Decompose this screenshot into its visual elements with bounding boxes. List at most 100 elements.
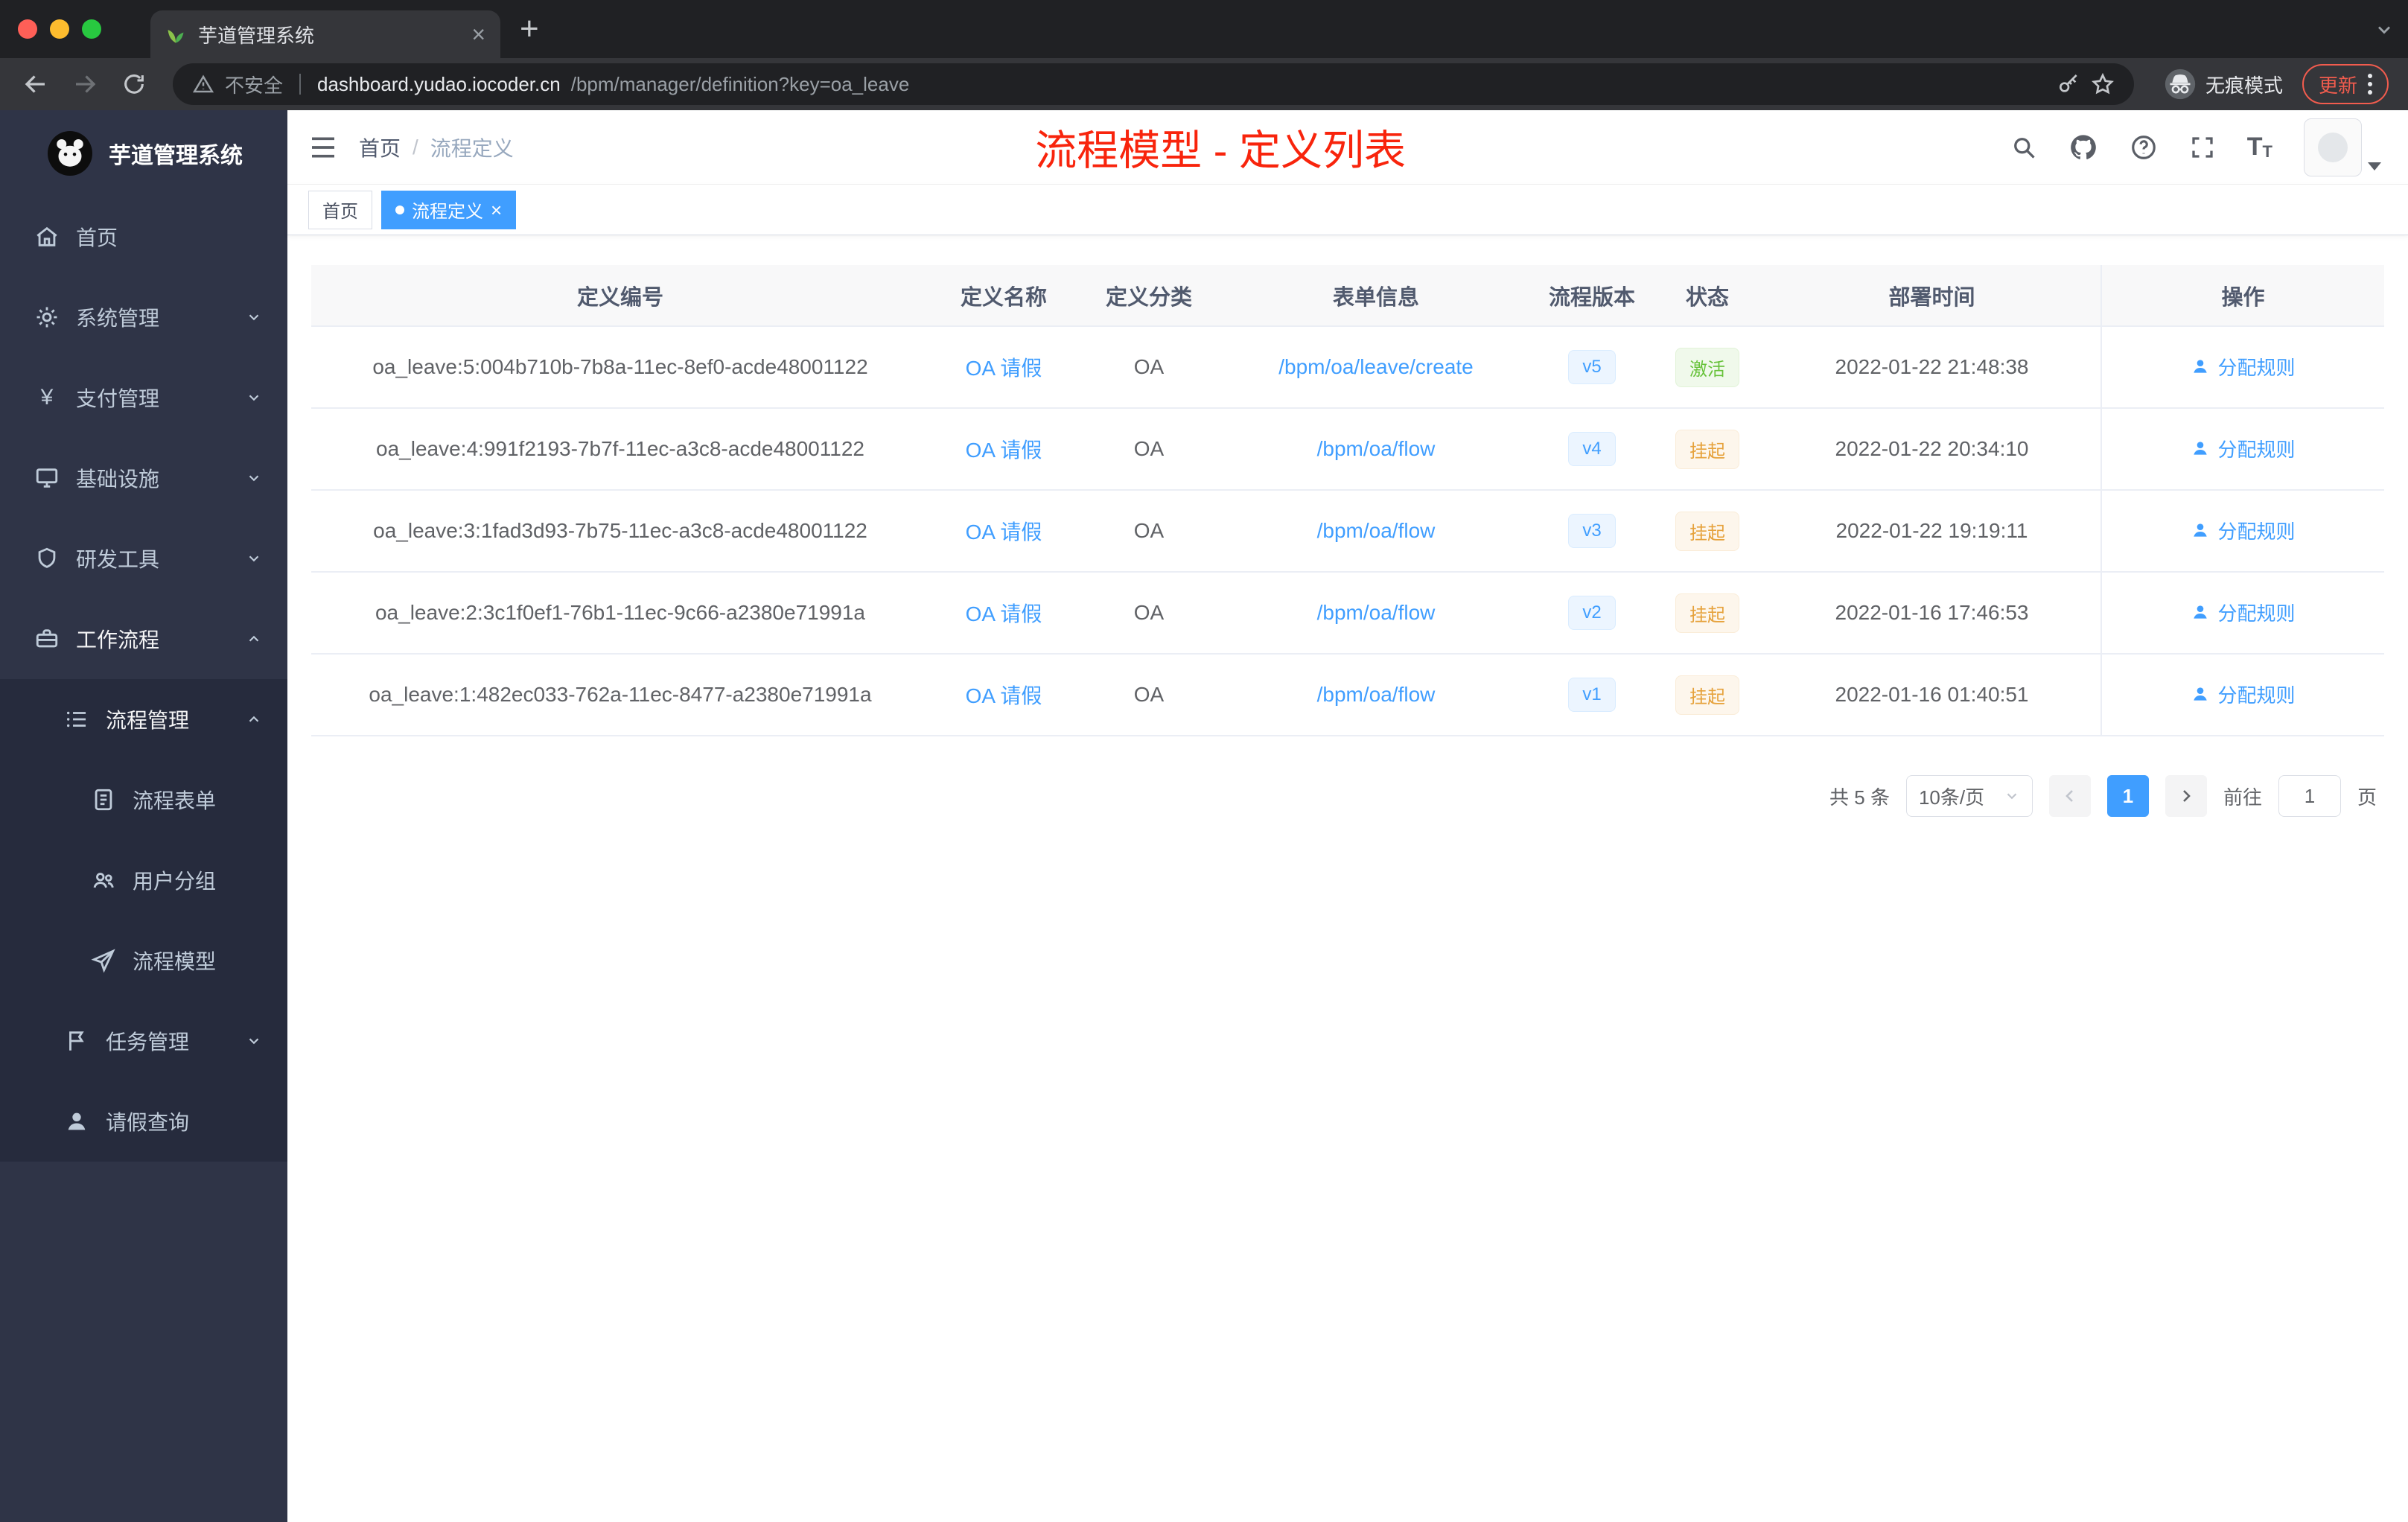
col-form-info: 表单信息 [1220, 265, 1532, 327]
reload-button[interactable] [113, 63, 155, 105]
window-minimize-button[interactable] [50, 19, 69, 39]
back-button[interactable] [15, 63, 57, 105]
search-icon[interactable] [2010, 134, 2037, 161]
password-key-icon[interactable] [2057, 72, 2080, 96]
chevron-down-icon [246, 550, 262, 567]
assign-rule-button[interactable]: 分配规则 [2191, 435, 2296, 462]
sidebar: 芋道管理系统 首页 系统管理 ¥ 支付管理 基础设施 研发工具 工作流程 流程管… [0, 110, 287, 1522]
browser-menu-icon[interactable] [2368, 74, 2372, 95]
form-icon [91, 787, 116, 812]
page-size-select[interactable]: 10条/页 [1905, 775, 2033, 817]
avatar[interactable] [2304, 118, 2362, 176]
incognito-icon [2165, 69, 2196, 100]
sidebar-item-process-management[interactable]: 流程管理 [0, 679, 287, 760]
definition-name-link[interactable]: OA 请假 [966, 684, 1042, 707]
col-deploy-time: 部署时间 [1763, 265, 2101, 327]
goto-unit: 页 [2357, 786, 2377, 809]
breadcrumb-current: 流程定义 [430, 136, 514, 160]
definition-category: OA [1078, 654, 1220, 736]
definition-id: oa_leave:3:1fad3d93-7b75-11ec-a3c8-acde4… [311, 490, 929, 573]
help-icon[interactable] [2130, 133, 2158, 162]
assign-rule-button[interactable]: 分配规则 [2191, 353, 2296, 380]
col-status: 状态 [1651, 265, 1763, 327]
sidebar-item-infrastructure[interactable]: 基础设施 [0, 438, 287, 518]
security-label[interactable]: 不安全 [225, 71, 283, 98]
form-info-link[interactable]: /bpm/oa/flow [1317, 683, 1436, 706]
form-info-link[interactable]: /bpm/oa/flow [1317, 519, 1436, 542]
tag-process-definition[interactable]: 流程定义 × [381, 190, 517, 229]
prev-page-button[interactable] [2048, 775, 2091, 817]
briefcase-icon [34, 626, 60, 652]
home-icon [34, 224, 60, 249]
person-icon [2194, 442, 2208, 455]
col-definition-id: 定义编号 [311, 265, 929, 327]
flag-icon [64, 1028, 89, 1054]
version-badge: v2 [1568, 596, 1616, 630]
tag-close-icon[interactable]: × [491, 200, 502, 220]
address-bar[interactable]: 不安全 dashboard.yudao.iocoder.cn /bpm/mana… [173, 63, 2134, 105]
url-divider [299, 74, 302, 95]
definition-table: 定义编号 定义名称 定义分类 表单信息 流程版本 状态 部署时间 操作 oa_l… [311, 265, 2384, 736]
gear-icon [34, 305, 60, 330]
sidebar-item-payment[interactable]: ¥ 支付管理 [0, 357, 287, 438]
person-icon [2194, 523, 2208, 537]
form-info-link[interactable]: /bpm/oa/leave/create [1278, 355, 1474, 378]
sidebar-item-system[interactable]: 系统管理 [0, 277, 287, 357]
goto-page-input[interactable] [2278, 775, 2341, 817]
sidebar-item-task-management[interactable]: 任务管理 [0, 1001, 287, 1081]
app-header: 首页 / 流程定义 流程模型 - 定义列表 TT [287, 110, 2408, 185]
definition-name-link[interactable]: OA 请假 [966, 439, 1042, 462]
next-page-button[interactable] [2165, 775, 2207, 817]
paper-plane-icon [91, 948, 116, 973]
yen-icon: ¥ [40, 385, 54, 410]
form-info-link[interactable]: /bpm/oa/flow [1317, 437, 1436, 460]
assign-rule-button[interactable]: 分配规则 [2191, 681, 2296, 708]
github-icon[interactable] [2068, 133, 2098, 162]
assign-rule-button[interactable]: 分配规则 [2191, 517, 2296, 544]
breadcrumb: 首页 / 流程定义 [359, 133, 514, 162]
avatar-caret-icon[interactable] [2368, 162, 2381, 171]
forward-button[interactable] [64, 63, 106, 105]
window-maximize-button[interactable] [82, 19, 101, 39]
tag-home[interactable]: 首页 [308, 190, 372, 229]
sidebar-item-user-group[interactable]: 用户分组 [0, 840, 287, 920]
bookmark-star-icon[interactable] [2091, 72, 2115, 96]
definition-name-link[interactable]: OA 请假 [966, 520, 1042, 544]
active-tag-dot [395, 205, 404, 214]
sidebar-item-leave-query[interactable]: 请假查询 [0, 1081, 287, 1162]
browser-tab[interactable]: 芋道管理系统 × [150, 10, 500, 58]
chevron-down-icon [246, 309, 262, 325]
tab-search-caret-icon[interactable] [2374, 19, 2395, 40]
sidebar-collapse-icon[interactable] [308, 133, 338, 162]
page-annotation: 流程模型 - 定义列表 [1035, 127, 1406, 173]
window-close-button[interactable] [18, 19, 37, 39]
definition-category: OA [1078, 408, 1220, 491]
definition-name-link[interactable]: OA 请假 [966, 602, 1042, 625]
version-badge: v4 [1568, 432, 1616, 466]
breadcrumb-separator: / [413, 135, 418, 159]
update-button[interactable]: 更新 [2302, 64, 2389, 104]
form-info-link[interactable]: /bpm/oa/flow [1317, 601, 1436, 624]
definition-category: OA [1078, 572, 1220, 655]
sidebar-item-workflow[interactable]: 工作流程 [0, 599, 287, 679]
sidebar-item-process-model[interactable]: 流程模型 [0, 920, 287, 1001]
person-icon [2194, 687, 2208, 701]
sidebar-logo[interactable]: 芋道管理系统 [0, 110, 287, 197]
page-number-button[interactable]: 1 [2106, 775, 2149, 817]
deploy-time: 2022-01-16 01:40:51 [1763, 654, 2101, 736]
breadcrumb-home[interactable]: 首页 [359, 133, 401, 162]
url-path: /bpm/manager/definition?key=oa_leave [570, 72, 910, 95]
definition-id: oa_leave:2:3c1f0ef1-76b1-11ec-9c66-a2380… [311, 572, 929, 655]
new-tab-button[interactable]: + [520, 13, 539, 45]
definition-name-link[interactable]: OA 请假 [966, 357, 1042, 380]
tab-close-icon[interactable]: × [471, 22, 485, 46]
assign-rule-button[interactable]: 分配规则 [2191, 599, 2296, 626]
sidebar-item-home[interactable]: 首页 [0, 197, 287, 277]
font-size-icon[interactable]: TT [2247, 133, 2272, 162]
browser-tabstrip: 芋道管理系统 × + [0, 0, 2408, 58]
sidebar-item-devtools[interactable]: 研发工具 [0, 518, 287, 599]
fullscreen-icon[interactable] [2189, 134, 2216, 161]
chevron-left-icon [2065, 790, 2073, 802]
incognito-badge: 无痕模式 [2164, 68, 2283, 101]
sidebar-item-process-form[interactable]: 流程表单 [0, 760, 287, 840]
